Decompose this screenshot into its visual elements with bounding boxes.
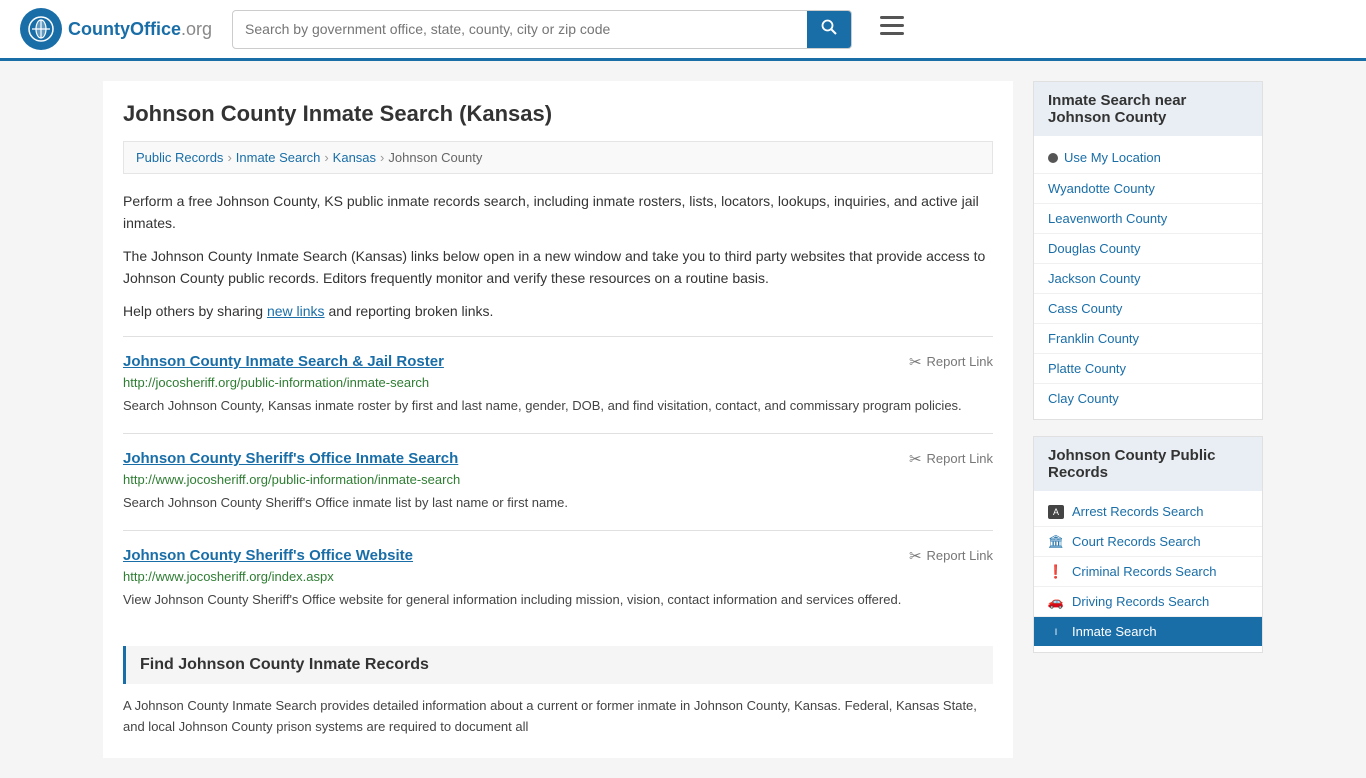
breadcrumb: Public Records › Inmate Search › Kansas …	[123, 141, 993, 174]
nearby-county-2[interactable]: Douglas County	[1034, 234, 1262, 264]
public-records-links: A Arrest Records Search 🏛 Court Records Sea…	[1034, 491, 1262, 652]
breadcrumb-public-records[interactable]: Public Records	[136, 150, 223, 165]
menu-button[interactable]	[872, 12, 912, 46]
result-header-2: Johnson County Sheriff's Office Website …	[123, 547, 993, 565]
nearby-county-0[interactable]: Wyandotte County	[1034, 174, 1262, 204]
result-desc-0: Search Johnson County, Kansas inmate ros…	[123, 396, 993, 417]
public-records-link-2[interactable]: ❗ Criminal Records Search	[1034, 557, 1262, 587]
section-description: A Johnson County Inmate Search provides …	[123, 696, 993, 738]
public-records-link-3[interactable]: 🚗 Driving Records Search	[1034, 587, 1262, 617]
nearby-links: Use My Location Wyandotte CountyLeavenwo…	[1034, 136, 1262, 419]
public-records-link-1[interactable]: 🏛 Court Records Search	[1034, 527, 1262, 557]
report-icon-0: ✂	[909, 353, 922, 371]
report-link-btn-2[interactable]: ✂ Report Link	[909, 547, 993, 565]
new-links-link[interactable]: new links	[267, 303, 325, 319]
description-3: Help others by sharing new links and rep…	[123, 300, 993, 322]
description-1: Perform a free Johnson County, KS public…	[123, 190, 993, 235]
result-url-1[interactable]: http://www.jocosheriff.org/public-inform…	[123, 472, 993, 487]
search-bar	[232, 10, 852, 49]
result-card-1: Johnson County Sheriff's Office Inmate S…	[123, 433, 993, 530]
public-records-link-0[interactable]: A Arrest Records Search	[1034, 497, 1262, 527]
criminal-icon: ❗	[1048, 565, 1064, 579]
result-desc-1: Search Johnson County Sheriff's Office i…	[123, 493, 993, 514]
report-icon-2: ✂	[909, 547, 922, 565]
nearby-county-5[interactable]: Franklin County	[1034, 324, 1262, 354]
result-card-0: Johnson County Inmate Search & Jail Rost…	[123, 336, 993, 433]
search-button[interactable]	[807, 11, 851, 48]
result-url-2[interactable]: http://www.jocosheriff.org/index.aspx	[123, 569, 993, 584]
arrest-icon: A	[1048, 505, 1064, 519]
result-title-0[interactable]: Johnson County Inmate Search & Jail Rost…	[123, 353, 444, 370]
logo-icon	[20, 8, 62, 50]
driving-icon: 🚗	[1048, 595, 1064, 609]
sidebar: Inmate Search near Johnson County Use My…	[1033, 81, 1263, 758]
results-list: Johnson County Inmate Search & Jail Rost…	[123, 336, 993, 626]
location-icon	[1048, 153, 1058, 163]
nearby-county-7[interactable]: Clay County	[1034, 384, 1262, 413]
site-header: CountyOffice.org	[0, 0, 1366, 61]
description-block: Perform a free Johnson County, KS public…	[123, 190, 993, 322]
logo-link[interactable]: CountyOffice.org	[20, 8, 212, 50]
public-records-label-2: Criminal Records Search	[1072, 564, 1217, 579]
main-content: Johnson County Inmate Search (Kansas) Pu…	[103, 81, 1013, 758]
logo-text: CountyOffice.org	[68, 19, 212, 40]
public-records-title: Johnson County Public Records	[1034, 437, 1262, 491]
result-title-1[interactable]: Johnson County Sheriff's Office Inmate S…	[123, 450, 458, 467]
breadcrumb-inmate-search[interactable]: Inmate Search	[236, 150, 321, 165]
nearby-county-6[interactable]: Platte County	[1034, 354, 1262, 384]
result-header-0: Johnson County Inmate Search & Jail Rost…	[123, 353, 993, 371]
page-container: Johnson County Inmate Search (Kansas) Pu…	[83, 61, 1283, 778]
page-title: Johnson County Inmate Search (Kansas)	[123, 101, 993, 127]
public-records-section: Johnson County Public Records A Arrest Re…	[1033, 436, 1263, 653]
public-records-label-3: Driving Records Search	[1072, 594, 1209, 609]
use-location-link[interactable]: Use My Location	[1034, 142, 1262, 174]
result-card-2: Johnson County Sheriff's Office Website …	[123, 530, 993, 627]
public-records-link-4[interactable]: I Inmate Search	[1034, 617, 1262, 646]
result-desc-2: View Johnson County Sheriff's Office web…	[123, 590, 993, 611]
section-heading: Find Johnson County Inmate Records	[123, 646, 993, 684]
result-header-1: Johnson County Sheriff's Office Inmate S…	[123, 450, 993, 468]
description-2: The Johnson County Inmate Search (Kansas…	[123, 245, 993, 290]
nearby-county-3[interactable]: Jackson County	[1034, 264, 1262, 294]
nearby-county-1[interactable]: Leavenworth County	[1034, 204, 1262, 234]
search-input[interactable]	[233, 13, 807, 45]
breadcrumb-kansas[interactable]: Kansas	[333, 150, 376, 165]
nearby-section-title: Inmate Search near Johnson County	[1034, 82, 1262, 136]
court-icon: 🏛	[1048, 535, 1064, 549]
report-link-btn-1[interactable]: ✂ Report Link	[909, 450, 993, 468]
inmate-icon: I	[1048, 625, 1064, 639]
public-records-label-4: Inmate Search	[1072, 624, 1157, 639]
breadcrumb-current: Johnson County	[388, 150, 482, 165]
nearby-section: Inmate Search near Johnson County Use My…	[1033, 81, 1263, 420]
result-url-0[interactable]: http://jocosheriff.org/public-informatio…	[123, 375, 993, 390]
nearby-county-4[interactable]: Cass County	[1034, 294, 1262, 324]
report-link-btn-0[interactable]: ✂ Report Link	[909, 353, 993, 371]
public-records-label-0: Arrest Records Search	[1072, 504, 1204, 519]
public-records-label-1: Court Records Search	[1072, 534, 1201, 549]
result-title-2[interactable]: Johnson County Sheriff's Office Website	[123, 547, 413, 564]
report-icon-1: ✂	[909, 450, 922, 468]
